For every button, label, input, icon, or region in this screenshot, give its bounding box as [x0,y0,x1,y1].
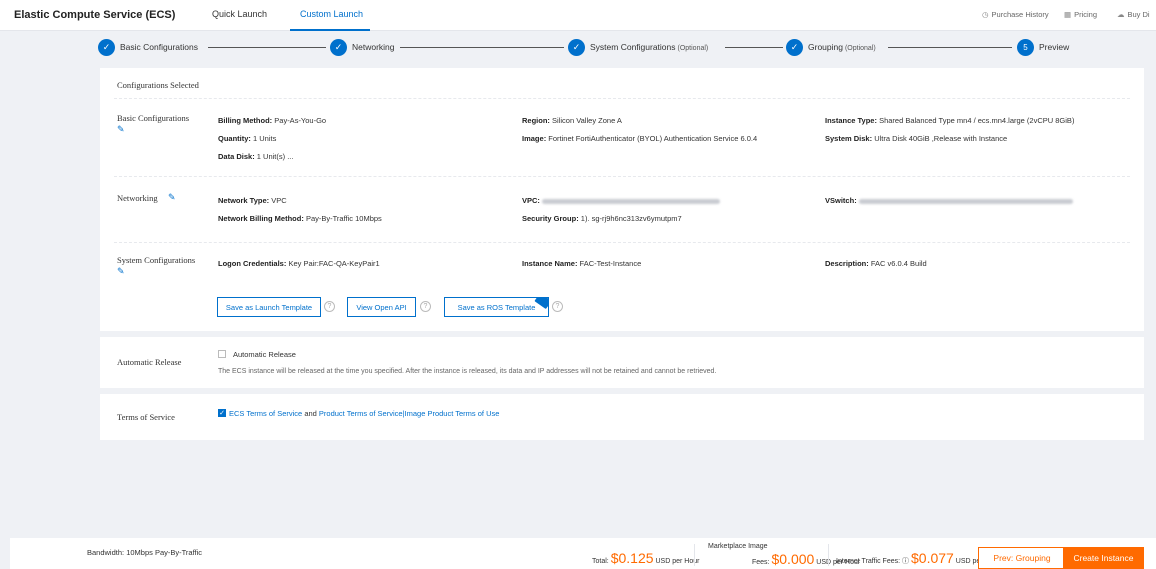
wizard-stepper: ✓ Basic Configurations ✓ Networking ✓ Sy… [98,38,1144,58]
step-connector [400,47,564,48]
view-open-api-button[interactable]: View Open API [347,297,416,317]
step-connector [888,47,1012,48]
save-as-launch-template-button[interactable]: Save as Launch Template [217,297,321,317]
data-disk: Data Disk: 1 Unit(s) ... [218,152,294,161]
new-badge-icon [534,298,548,310]
network-billing-method: Network Billing Method: Pay-By-Traffic 1… [218,214,382,223]
active-tab-indicator [290,29,370,31]
edit-system-icon[interactable]: ✎ [117,266,125,277]
step-connector [208,47,326,48]
section-title-networking: Networking [117,193,158,203]
step-grouping[interactable]: ✓ Grouping (Optional) [786,38,876,56]
save-as-ros-template-button[interactable]: Save as ROS Template [444,297,549,317]
create-instance-button[interactable]: Create Instance [1063,547,1144,569]
quantity: Quantity: 1 Units [218,134,277,143]
terms-text: ECS Terms of Service and Product Terms o… [229,409,500,418]
redacted-value [858,198,1073,204]
security-group: Security Group: 1). sg-rj9h6nc313zv6ymut… [522,214,682,223]
vpc: VPC: [522,196,721,205]
price-footer: Bandwidth: 10Mbps Pay-By-Traffic Total: … [10,538,1156,569]
divider [694,544,695,566]
region: Region: Silicon Valley Zone A [522,116,622,125]
table-icon: ▦ [1064,10,1072,19]
app-title: Elastic Compute Service (ECS) [14,9,176,21]
automatic-release-note: The ECS instance will be released at the… [218,368,717,375]
divider [114,242,1130,243]
step-preview[interactable]: 5 Preview [1017,38,1069,56]
help-icon[interactable]: ⓘ [902,558,909,565]
redacted-value [542,198,721,204]
bandwidth-summary: Bandwidth: 10Mbps Pay-By-Traffic [87,548,203,557]
step-system-configurations[interactable]: ✓ System Configurations (Optional) [568,38,708,56]
step-connector [725,47,783,48]
configurations-selected-panel: Configurations Selected Basic Configurat… [100,68,1144,331]
section-title-basic: Basic Configurations [117,113,190,123]
divider [114,98,1130,99]
step-number: 5 [1017,38,1034,56]
internet-traffic-fee: Internet Traffic Fees: ⓘ $0.077 USD per … [836,550,995,566]
help-icon[interactable]: ? [420,301,431,312]
billing-method: Billing Method: Pay-As-You-Go [218,116,327,125]
help-icon[interactable]: ? [324,301,335,312]
check-icon: ✓ [786,38,803,56]
check-icon: ✓ [330,38,347,56]
automatic-release-label: Automatic Release [233,350,296,359]
description: Description: FAC v6.0.4 Build [825,259,927,268]
network-type: Network Type: VPC [218,196,287,205]
section-title-terms: Terms of Service [117,412,175,422]
instance-name: Instance Name: FAC-Test-Instance [522,259,642,268]
edit-networking-icon[interactable]: ✎ [168,192,176,203]
buy-link[interactable]: ☁ Buy Di [1117,10,1150,19]
terms-of-service-panel: Terms of Service ✓ ECS Terms of Service … [100,394,1144,440]
divider [828,544,829,566]
prev-grouping-button[interactable]: Prev: Grouping [978,547,1066,569]
terms-checkbox[interactable]: ✓ [218,409,226,417]
section-title-release: Automatic Release [117,357,182,367]
panel-title: Configurations Selected [117,80,199,90]
automatic-release-panel: Automatic Release Automatic Release The … [100,337,1144,388]
section-title-system: System Configurations [117,255,196,265]
clock-icon: ◷ [982,10,989,19]
divider [114,176,1130,177]
product-terms-link[interactable]: Product Terms of Service [319,409,403,418]
total-fee: Total: $0.125 USD per Hour [592,550,700,566]
image-terms-link[interactable]: Image Product Terms of Use [405,409,500,418]
instance-type: Instance Type: Shared Balanced Type mn4 … [825,116,1075,125]
tab-custom-launch[interactable]: Custom Launch [300,9,363,19]
edit-basic-icon[interactable]: ✎ [117,124,125,135]
marketplace-image-label: Marketplace Image [708,543,768,550]
step-basic-configurations[interactable]: ✓ Basic Configurations [98,38,198,56]
top-navigation-bar: Elastic Compute Service (ECS) Quick Laun… [0,0,1156,31]
tab-quick-launch[interactable]: Quick Launch [212,9,267,19]
system-disk: System Disk: Ultra Disk 40GiB ,Release w… [825,134,1008,143]
check-icon: ✓ [98,38,115,56]
pricing-link[interactable]: ▦ Pricing [1064,10,1097,19]
step-networking[interactable]: ✓ Networking [330,38,395,56]
ecs-terms-link[interactable]: ECS Terms of Service [229,409,302,418]
cloud-icon: ☁ [1117,10,1125,19]
help-icon[interactable]: ? [552,301,563,312]
logon-credentials: Logon Credentials: Key Pair:FAC-QA-KeyPa… [218,259,380,268]
automatic-release-checkbox[interactable] [218,350,226,358]
check-icon: ✓ [568,38,585,56]
vswitch: VSwitch: [825,196,1073,205]
purchase-history-link[interactable]: ◷ Purchase History [982,10,1049,19]
image: Image: Fortinet FortiAuthenticator (BYOL… [522,134,758,143]
